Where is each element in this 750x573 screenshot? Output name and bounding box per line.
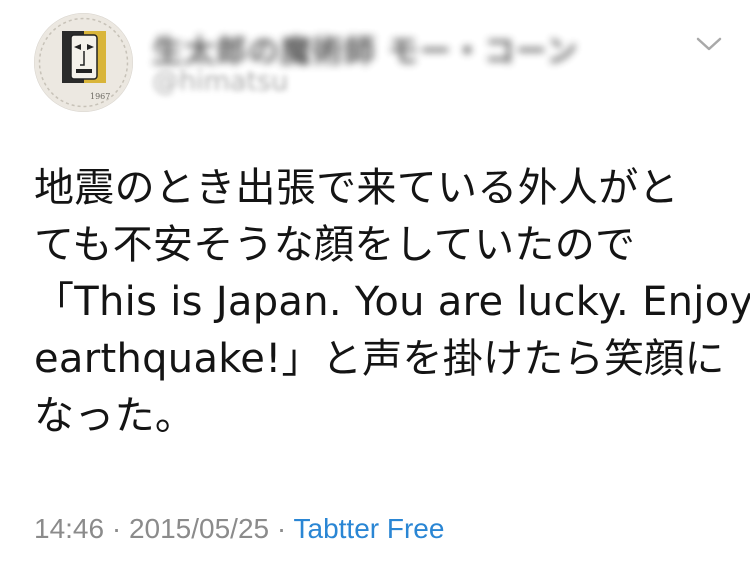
tweet-text-line: なった。 [34,393,196,439]
user-handle[interactable]: @himatsu [152,66,288,97]
tweet-source-app-link[interactable]: Tabtter Free [294,513,445,544]
tweet-meta: 14:46 · 2015/05/25 · Tabtter Free [34,513,444,545]
chevron-down-icon[interactable] [694,34,724,54]
tweet-text: 地震のとき出張で来ている外人がと ても不安そうな顔をしていたので 「This i… [34,160,750,445]
tweet-date: 2015/05/25 [128,513,270,544]
tweet-card: 1967 生太郎の魔術師 モー・コーン @himatsu 地震のとき出張で来てい… [0,0,750,573]
meta-separator: · [276,513,287,544]
tweet-text-line: 「This is Japan. You are lucky. Enjoy [34,279,750,325]
avatar-year: 1967 [90,92,110,101]
picasso-face-plate-avatar: 1967 [34,13,133,112]
display-name[interactable]: 生太郎の魔術師 モー・コーン [152,26,578,71]
meta-separator: · [111,513,122,544]
tweet-time: 14:46 [34,513,105,544]
user-avatar[interactable]: 1967 [34,13,133,112]
tweet-text-line: earthquake!」と声を掛けたら笑顔に [34,336,725,382]
tweet-text-line: 地震のとき出張で来ている外人がと [34,165,679,211]
tweet-text-line: ても不安そうな顔をしていたので [34,222,636,268]
